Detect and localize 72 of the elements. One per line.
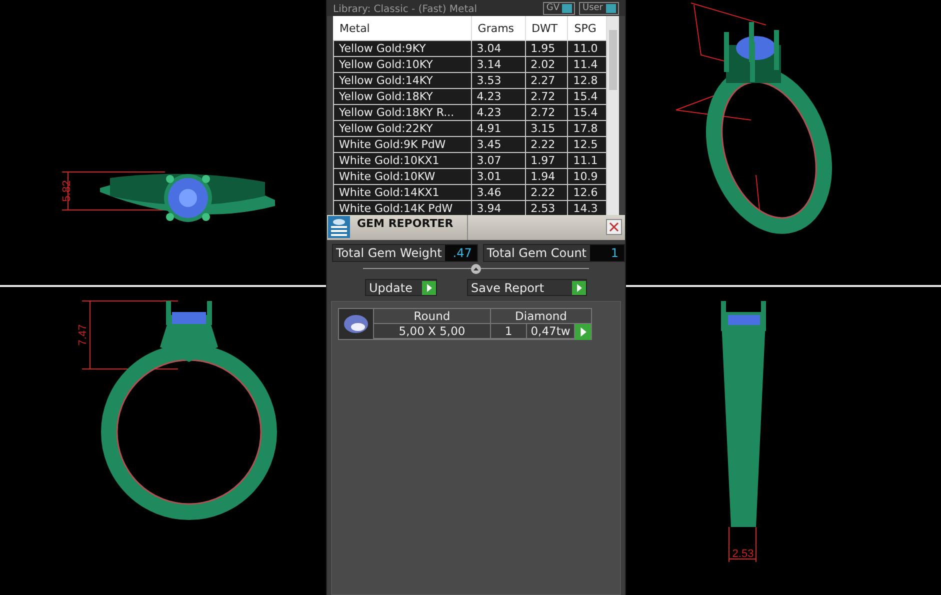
table-cell: Yellow Gold:10KY — [334, 56, 472, 72]
table-cell: 3.45 — [471, 136, 526, 152]
table-cell: 3.14 — [471, 56, 526, 72]
close-icon[interactable] — [606, 219, 622, 235]
gem-shape: Round — [374, 309, 491, 324]
panel-title: GEM REPORTER — [351, 215, 468, 240]
table-cell: 2.72 — [525, 88, 568, 104]
dimension-label: 2.53 — [732, 548, 754, 560]
table-cell: 15.4 — [568, 104, 607, 120]
table-cell: 1.97 — [525, 152, 568, 168]
table-cell: 2.27 — [525, 72, 568, 88]
play-icon — [575, 324, 591, 340]
table-cell: 12.6 — [568, 184, 607, 200]
table-cell: Yellow Gold:14KY — [334, 72, 472, 88]
table-cell: Yellow Gold:9KY — [334, 40, 472, 56]
table-cell: 17.8 — [568, 120, 607, 136]
table-cell: 3.15 — [525, 120, 568, 136]
table-cell: 3.46 — [471, 184, 526, 200]
table-cell: 11.4 — [568, 56, 607, 72]
library-label: Library: Classic - (Fast) Metal — [333, 4, 478, 16]
report-icon — [328, 216, 350, 238]
table-cell: White Gold:10KW — [334, 168, 472, 184]
table-cell: 3.04 — [471, 40, 526, 56]
column-header[interactable]: Grams — [471, 16, 526, 40]
gem-count: 1 — [491, 324, 527, 339]
info-icon — [562, 4, 572, 12]
table-cell: 12.8 — [568, 72, 607, 88]
info-icon — [606, 4, 616, 12]
table-cell: 3.07 — [471, 152, 526, 168]
table-cell: 12.5 — [568, 136, 607, 152]
dimension-label: 7.47 — [77, 324, 89, 346]
table-cell: 15.4 — [568, 88, 607, 104]
action-button[interactable]: Save Report — [467, 279, 587, 296]
table-cell: 2.22 — [525, 136, 568, 152]
table-cell: 4.23 — [471, 104, 526, 120]
gem-size: 5,00 X 5,00 — [374, 324, 491, 339]
total-label: Total Gem Weight — [335, 245, 443, 261]
table-cell: White Gold:9K PdW — [334, 136, 472, 152]
table-cell: 2.22 — [525, 184, 568, 200]
table-cell: White Gold:10KX1 — [334, 152, 472, 168]
table-cell: 4.23 — [471, 88, 526, 104]
table-cell: Yellow Gold:18KY R... — [334, 104, 472, 120]
column-header[interactable]: Metal — [334, 16, 472, 40]
play-icon — [422, 280, 436, 294]
gem-weight: 0,47tw — [527, 324, 575, 339]
total-label: Total Gem Count — [486, 245, 588, 261]
play-icon — [572, 280, 586, 294]
scrollbar[interactable] — [607, 16, 619, 215]
table-cell: White Gold:14KX1 — [334, 184, 472, 200]
table-cell: 11.1 — [568, 152, 607, 168]
table-cell: 2.02 — [525, 56, 568, 72]
table-cell: 11.0 — [568, 40, 607, 56]
toggle-button[interactable]: User — [579, 2, 619, 14]
column-header[interactable]: DWT — [525, 16, 568, 40]
table-cell: Yellow Gold:22KY — [334, 120, 472, 136]
table-cell: 1.95 — [525, 40, 568, 56]
table-cell: 3.53 — [471, 72, 526, 88]
action-button[interactable]: Update — [365, 279, 437, 296]
table-cell: 2.72 — [525, 104, 568, 120]
column-header[interactable]: SPG — [568, 16, 607, 40]
total-value: 1 — [590, 245, 624, 261]
collapse-handle-icon[interactable] — [471, 264, 481, 274]
table-cell: Yellow Gold:18KY — [334, 88, 472, 104]
table-cell: 10.9 — [568, 168, 607, 184]
table-cell: 3.01 — [471, 168, 526, 184]
table-cell: 4.91 — [471, 120, 526, 136]
gem-icon — [343, 314, 369, 334]
total-value: .47 — [444, 245, 477, 261]
dimension-line — [728, 526, 756, 562]
toggle-button[interactable]: GV — [543, 2, 576, 14]
table-cell: 1.94 — [525, 168, 568, 184]
gem-material: Diamond — [491, 309, 591, 324]
